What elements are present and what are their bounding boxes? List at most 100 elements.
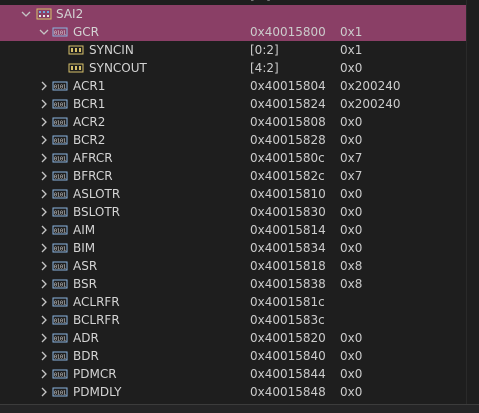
svg-text:0101: 0101 bbox=[54, 301, 66, 307]
chevron-right-icon[interactable] bbox=[38, 185, 50, 203]
register-value[interactable]: 0x200240 bbox=[340, 77, 401, 95]
register-row[interactable]: 0101 BCR2 0x40015828 0x0 bbox=[0, 131, 467, 149]
chevron-right-icon[interactable] bbox=[38, 329, 50, 347]
chevron-right-icon[interactable] bbox=[38, 311, 50, 329]
svg-text:0101: 0101 bbox=[54, 157, 66, 163]
field-row[interactable]: SYNCIN [0:2] 0x1 bbox=[0, 41, 467, 59]
field-row[interactable]: SYNCOUT [4:2] 0x0 bbox=[0, 59, 467, 77]
chevron-right-icon[interactable] bbox=[38, 221, 50, 239]
chevron-right-icon[interactable] bbox=[38, 203, 50, 221]
svg-text:0101: 0101 bbox=[54, 247, 66, 253]
register-name: PDMCR bbox=[73, 367, 117, 381]
register-value[interactable]: 0x7 bbox=[340, 167, 362, 185]
svg-text:0101: 0101 bbox=[54, 139, 66, 145]
chevron-right-icon[interactable] bbox=[38, 149, 50, 167]
register-row[interactable]: 0101 ASR 0x40015818 0x8 bbox=[0, 257, 467, 275]
chevron-right-icon[interactable] bbox=[38, 239, 50, 257]
svg-text:0101: 0101 bbox=[54, 229, 66, 235]
chevron-right-icon[interactable] bbox=[38, 167, 50, 185]
chevron-right-icon[interactable] bbox=[38, 383, 50, 401]
register-value[interactable]: 0x0 bbox=[340, 383, 362, 401]
register-icon: 0101 bbox=[52, 260, 68, 272]
register-value[interactable]: 0x0 bbox=[340, 131, 362, 149]
register-value[interactable]: 0x7 bbox=[340, 149, 362, 167]
register-row[interactable]: 0101 PDMDLY 0x40015848 0x0 bbox=[0, 383, 467, 401]
register-value[interactable]: 0x0 bbox=[340, 347, 362, 365]
register-address: 0x40015848 bbox=[250, 385, 326, 399]
register-name: AFRCR bbox=[73, 151, 113, 165]
register-row[interactable]: 0101 BFRCR 0x4001582c 0x7 bbox=[0, 167, 467, 185]
field-range: [4:2] bbox=[250, 61, 279, 75]
register-icon: 0101 bbox=[52, 170, 68, 182]
register-value[interactable]: 0x0 bbox=[340, 113, 362, 131]
chevron-right-icon[interactable] bbox=[38, 113, 50, 131]
chevron-right-icon[interactable] bbox=[38, 347, 50, 365]
register-value[interactable]: 0x8 bbox=[340, 275, 362, 293]
chevron-right-icon[interactable] bbox=[38, 131, 50, 149]
register-address: 0x4001581c bbox=[250, 295, 325, 309]
field-value[interactable]: 0x0 bbox=[340, 59, 362, 77]
chevron-right-icon[interactable] bbox=[38, 77, 50, 95]
register-name: AIM bbox=[73, 223, 96, 237]
register-address: 0x40015834 bbox=[250, 241, 326, 255]
register-icon: 0101 bbox=[52, 296, 68, 308]
field-icon bbox=[68, 44, 84, 56]
register-value[interactable]: 0x0 bbox=[340, 203, 362, 221]
register-value[interactable]: 0x0 bbox=[340, 329, 362, 347]
register-icon: 0101 bbox=[52, 188, 68, 200]
register-address: 0x40015818 bbox=[250, 259, 326, 273]
register-row[interactable]: 0101 BCLRFR 0x4001583c bbox=[0, 311, 467, 329]
chevron-right-icon[interactable] bbox=[38, 365, 50, 383]
svg-text:0101: 0101 bbox=[54, 391, 66, 397]
register-value[interactable]: 0x8 bbox=[340, 257, 362, 275]
register-value[interactable]: 0x0 bbox=[340, 239, 362, 257]
register-value[interactable]: 0x0 bbox=[340, 365, 362, 383]
chevron-right-icon[interactable] bbox=[38, 293, 50, 311]
field-value[interactable]: 0x1 bbox=[340, 41, 362, 59]
register-row[interactable]: 0101 BSLOTR 0x40015830 0x0 bbox=[0, 203, 467, 221]
peripheral-row-sai2[interactable]: SAI2 bbox=[0, 5, 467, 23]
register-row[interactable]: 0101 AIM 0x40015814 0x0 bbox=[0, 221, 467, 239]
register-row[interactable]: 0101 BCR1 0x40015824 0x200240 bbox=[0, 95, 467, 113]
register-address: 0x40015810 bbox=[250, 187, 326, 201]
field-name: SYNCOUT bbox=[89, 61, 147, 75]
register-name: ASR bbox=[73, 259, 98, 273]
register-row[interactable]: 0101 ACR2 0x40015808 0x0 bbox=[0, 113, 467, 131]
vertical-scrollbar[interactable] bbox=[466, 0, 479, 413]
register-address: 0x40015820 bbox=[250, 331, 326, 345]
register-row[interactable]: 0101 BSR 0x40015838 0x8 bbox=[0, 275, 467, 293]
register-value[interactable]: 0x200240 bbox=[340, 95, 401, 113]
register-row[interactable]: 0101 ACR1 0x40015804 0x200240 bbox=[0, 77, 467, 95]
register-row[interactable]: 0101 BDR 0x40015840 0x0 bbox=[0, 347, 467, 365]
register-address: 0x4001583c bbox=[250, 313, 325, 327]
register-row-gcr[interactable]: 0101 GCR 0x40015800 0x1 bbox=[0, 23, 467, 41]
register-row[interactable]: 0101 PDMCR 0x40015844 0x0 bbox=[0, 365, 467, 383]
register-icon: 0101 bbox=[52, 98, 68, 110]
svg-text:0101: 0101 bbox=[54, 265, 66, 271]
register-row[interactable]: 0101 BIM 0x40015834 0x0 bbox=[0, 239, 467, 257]
register-value[interactable]: 0x1 bbox=[340, 23, 362, 41]
register-value[interactable]: 0x0 bbox=[340, 185, 362, 203]
register-icon: 0101 bbox=[52, 224, 68, 236]
peripheral-register-tree: [...] SAI2 0101 bbox=[0, 0, 479, 413]
register-address: 0x4001580c bbox=[250, 151, 325, 165]
register-icon: 0101 bbox=[52, 152, 68, 164]
chevron-right-icon[interactable] bbox=[38, 257, 50, 275]
chevron-down-icon[interactable] bbox=[38, 23, 50, 41]
register-row[interactable]: 0101 ACLRFR 0x4001581c bbox=[0, 293, 467, 311]
register-row[interactable]: 0101 AFRCR 0x4001580c 0x7 bbox=[0, 149, 467, 167]
register-name: BSLOTR bbox=[73, 205, 121, 219]
field-range: [0:2] bbox=[250, 43, 279, 57]
register-name: ACR2 bbox=[73, 115, 106, 129]
register-row[interactable]: 0101 ASLOTR 0x40015810 0x0 bbox=[0, 185, 467, 203]
panel-bottom-border bbox=[0, 404, 479, 413]
register-address: 0x40015840 bbox=[250, 349, 326, 363]
chevron-right-icon[interactable] bbox=[38, 95, 50, 113]
register-row[interactable]: 0101 ADR 0x40015820 0x0 bbox=[0, 329, 467, 347]
register-name: BCR2 bbox=[73, 133, 106, 147]
register-value[interactable]: 0x0 bbox=[340, 221, 362, 239]
chevron-right-icon[interactable] bbox=[38, 275, 50, 293]
register-icon: 0101 bbox=[52, 134, 68, 146]
svg-text:0101: 0101 bbox=[54, 193, 66, 199]
chevron-down-icon[interactable] bbox=[20, 5, 32, 23]
